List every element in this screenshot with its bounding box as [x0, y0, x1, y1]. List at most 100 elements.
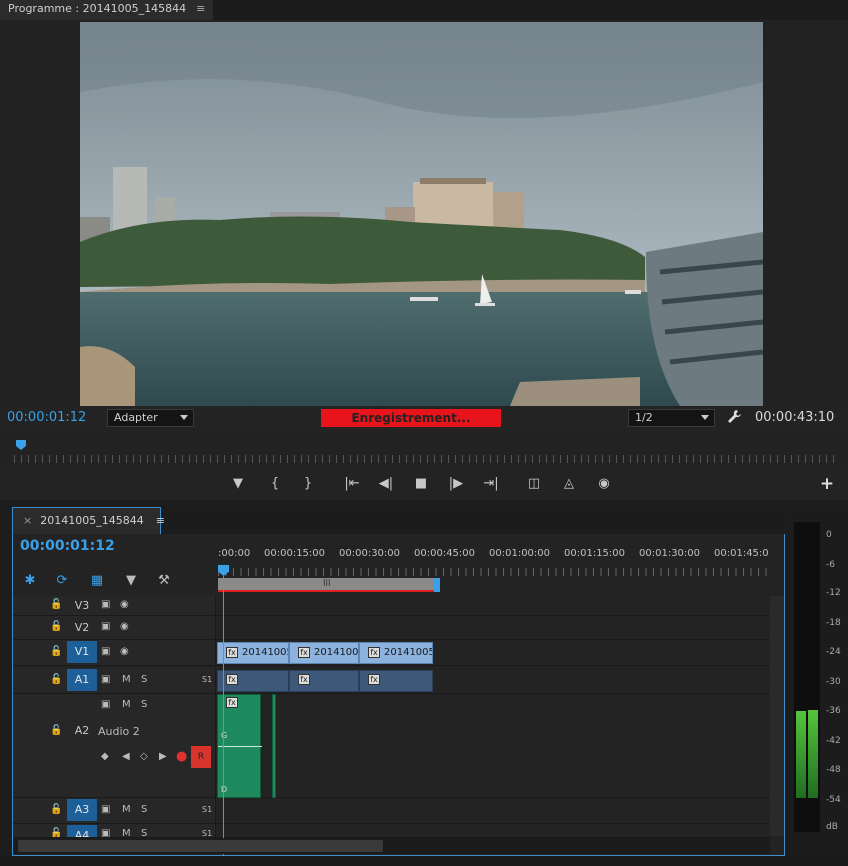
- work-area-end-handle[interactable]: [434, 578, 440, 592]
- audio-clip-green[interactable]: [272, 694, 276, 798]
- work-area-grip: lll: [323, 579, 331, 589]
- db-label: dB: [826, 822, 838, 832]
- snap-icon[interactable]: ✱: [21, 572, 39, 590]
- ruler-label: 00:01:30:00: [639, 548, 701, 559]
- keyframe-icon[interactable]: ◆: [101, 751, 109, 762]
- extract-icon[interactable]: ◬: [559, 474, 579, 494]
- video-clip[interactable]: fx 20141005_: [359, 642, 433, 664]
- add-button-icon[interactable]: +: [818, 475, 836, 493]
- audio-clip[interactable]: fx: [217, 670, 289, 692]
- add-marker-icon[interactable]: ▦: [88, 572, 106, 590]
- eye-icon[interactable]: ◉: [120, 599, 129, 610]
- linked-selection-icon[interactable]: ⟳: [53, 572, 71, 590]
- add-keyframe-icon[interactable]: ◇: [140, 751, 148, 762]
- solo-button[interactable]: S: [141, 699, 147, 710]
- program-tab-title: Programme : 20141005_145844: [8, 2, 187, 15]
- track-name[interactable]: A3: [67, 799, 97, 821]
- sync-lock-icon[interactable]: ▣: [101, 646, 110, 657]
- timeline-tab[interactable]: × 20141005_145844 ≡: [12, 507, 165, 534]
- lift-icon[interactable]: ◫: [524, 474, 544, 494]
- fx-badge: fx: [368, 673, 380, 685]
- lock-icon[interactable]: 🔓: [50, 725, 62, 736]
- lock-icon[interactable]: 🔓: [50, 599, 62, 610]
- track-v3: 🔓 V3 ▣ ◉: [13, 596, 770, 616]
- lock-icon[interactable]: 🔓: [50, 828, 62, 837]
- lock-icon[interactable]: 🔓: [50, 804, 62, 815]
- mark-out-icon[interactable]: }: [298, 474, 318, 494]
- go-to-out-icon[interactable]: ⇥|: [481, 474, 501, 494]
- prev-keyframe-icon[interactable]: ◀: [122, 751, 130, 762]
- close-icon[interactable]: ×: [23, 514, 32, 527]
- export-frame-icon[interactable]: ◉: [594, 474, 614, 494]
- track-header: 🔓 A4 ▣ M S S1: [13, 824, 216, 837]
- sync-lock-icon[interactable]: ▣: [101, 828, 110, 837]
- track-name[interactable]: A4: [67, 825, 97, 837]
- ruler-label: 00:01:15:00: [564, 548, 626, 559]
- ruler-label: 00:01:45:0: [714, 548, 769, 559]
- db-label: -30: [826, 677, 841, 687]
- panel-menu-icon[interactable]: ≡: [196, 2, 205, 15]
- volume-line[interactable]: [218, 746, 262, 747]
- solo-button[interactable]: S: [141, 674, 147, 685]
- track-name[interactable]: V1: [67, 641, 97, 663]
- fit-dropdown[interactable]: Adapter: [107, 409, 194, 427]
- db-label: -48: [826, 765, 841, 775]
- db-label: -18: [826, 618, 841, 628]
- audio-clip[interactable]: fx: [289, 670, 359, 692]
- sync-lock-icon[interactable]: ▣: [101, 621, 110, 632]
- sync-lock-icon[interactable]: ▣: [101, 804, 110, 815]
- submix-label: S1: [202, 675, 213, 684]
- sync-lock-icon[interactable]: ▣: [101, 699, 110, 710]
- solo-button[interactable]: S: [141, 828, 147, 837]
- timeline-timecode[interactable]: 00:00:01:12: [20, 538, 115, 554]
- wrench-icon[interactable]: [726, 408, 742, 424]
- go-to-in-icon[interactable]: |⇤: [342, 474, 362, 494]
- video-clip[interactable]: fx 20141005_: [217, 642, 289, 664]
- step-forward-icon[interactable]: |▶: [446, 474, 466, 494]
- eye-icon[interactable]: ◉: [120, 646, 129, 657]
- track-name[interactable]: V3: [67, 595, 97, 617]
- eye-icon[interactable]: ◉: [120, 621, 129, 632]
- track-name[interactable]: A1: [67, 669, 97, 691]
- microphone-icon[interactable]: ●: [176, 749, 187, 764]
- program-tab[interactable]: Programme : 20141005_145844 ≡: [0, 0, 214, 20]
- marker-icon[interactable]: ▼: [122, 572, 140, 590]
- work-area-bar[interactable]: lll: [218, 578, 436, 592]
- marker-icon[interactable]: ▼: [228, 474, 248, 494]
- fx-badge: fx: [298, 673, 310, 685]
- track-name[interactable]: A2: [67, 720, 97, 742]
- mute-button[interactable]: M: [122, 828, 131, 837]
- sync-lock-icon[interactable]: ▣: [101, 599, 110, 610]
- timeline-playhead-line[interactable]: [223, 576, 224, 856]
- resolution-dropdown[interactable]: 1/2: [628, 409, 715, 427]
- record-button[interactable]: R: [191, 746, 211, 768]
- lock-icon[interactable]: 🔓: [50, 674, 62, 685]
- transport-controls: ▼ { } |⇤ ◀| ■ |▶ ⇥| ◫ ◬ ◉: [0, 470, 848, 498]
- panel-menu-icon[interactable]: ≡: [156, 514, 165, 527]
- stop-icon[interactable]: ■: [411, 474, 431, 494]
- sync-lock-icon[interactable]: ▣: [101, 674, 110, 685]
- ruler-label: 00:00:15:00: [264, 548, 326, 559]
- next-keyframe-icon[interactable]: ▶: [159, 751, 167, 762]
- horizontal-scroll-thumb[interactable]: [18, 840, 383, 852]
- lock-icon[interactable]: 🔓: [50, 621, 62, 632]
- track-name[interactable]: V2: [67, 617, 97, 639]
- program-current-timecode[interactable]: 00:00:01:12: [7, 410, 86, 425]
- chevron-down-icon: [180, 415, 188, 420]
- mute-button[interactable]: M: [122, 699, 131, 710]
- vertical-scrollbar[interactable]: [770, 596, 784, 836]
- solo-button[interactable]: S: [141, 804, 147, 815]
- lock-icon[interactable]: 🔓: [50, 646, 62, 657]
- track-v1: 🔓 V1 ▣ ◉ fx 20141005_ fx 20141005_ fx 20141…: [13, 640, 770, 666]
- wrench-icon[interactable]: ⚒: [155, 572, 173, 590]
- ruler-label: :00:00: [218, 548, 251, 559]
- timeline-tab-title: 20141005_145844: [40, 514, 144, 527]
- db-label: -42: [826, 736, 841, 746]
- mute-button[interactable]: M: [122, 674, 131, 685]
- audio-clip[interactable]: fx: [359, 670, 433, 692]
- step-back-icon[interactable]: ◀|: [376, 474, 396, 494]
- mute-button[interactable]: M: [122, 804, 131, 815]
- clip-name: 20141005_: [384, 647, 432, 658]
- mark-in-icon[interactable]: {: [265, 474, 285, 494]
- video-clip[interactable]: fx 20141005_: [289, 642, 359, 664]
